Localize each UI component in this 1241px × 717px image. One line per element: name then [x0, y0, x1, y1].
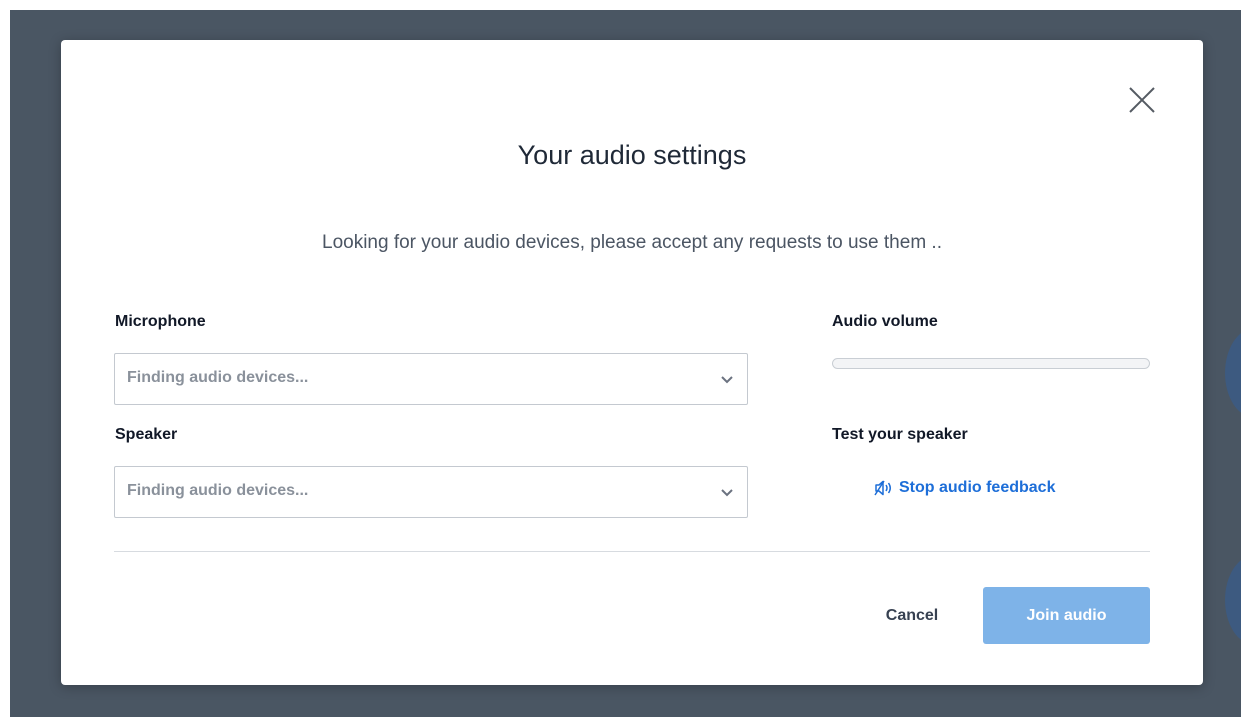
close-button[interactable] [1124, 82, 1160, 118]
microphone-label: Microphone [115, 313, 206, 330]
speaker-select-value: Finding audio devices... [127, 482, 309, 499]
test-speaker-label: Test your speaker [832, 426, 968, 443]
modal-title: Your audio settings [517, 140, 747, 170]
audio-volume-meter [832, 358, 1150, 369]
close-icon [1129, 87, 1155, 113]
background-element [1225, 328, 1241, 418]
audio-volume-label: Audio volume [832, 313, 938, 330]
speaker-label: Speaker [115, 426, 178, 443]
microphone-select-value: Finding audio devices... [127, 369, 309, 386]
stop-audio-feedback-label: Stop audio feedback [899, 479, 1056, 496]
modal-subtitle: Looking for your audio devices, please a… [322, 232, 942, 253]
chevron-down-icon [721, 489, 733, 497]
background-element [1225, 555, 1241, 645]
speaker-icon [874, 480, 891, 496]
stop-audio-feedback-link[interactable]: Stop audio feedback [873, 478, 1055, 498]
cancel-button[interactable]: Cancel [857, 588, 967, 644]
speaker-select[interactable]: Finding audio devices... [114, 466, 748, 518]
audio-settings-modal: Your audio settings Looking for your aud… [61, 40, 1203, 685]
microphone-select[interactable]: Finding audio devices... [114, 353, 748, 405]
divider [114, 551, 1150, 552]
chevron-down-icon [721, 376, 733, 384]
join-audio-button[interactable]: Join audio [983, 587, 1150, 644]
